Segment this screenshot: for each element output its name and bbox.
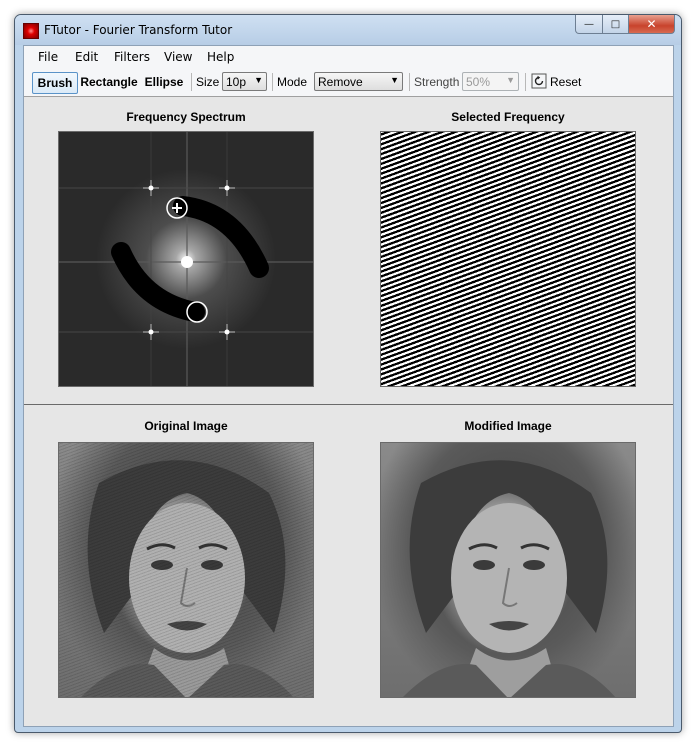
reset-icon[interactable] xyxy=(531,73,547,89)
menu-view[interactable]: View xyxy=(164,50,192,64)
panel-area: Frequency Spectrum Selected Frequency Or… xyxy=(24,97,673,726)
chevron-down-icon: ▼ xyxy=(254,75,263,85)
strength-select[interactable]: 50% ▼ xyxy=(462,72,519,91)
menu-filters[interactable]: Filters xyxy=(114,50,150,64)
strength-value: 50% xyxy=(466,75,491,89)
selected-frequency-title: Selected Frequency xyxy=(451,110,565,124)
panel-divider xyxy=(24,404,673,405)
original-image xyxy=(58,442,314,698)
window-title: FTutor - Fourier Transform Tutor xyxy=(44,23,233,37)
rectangle-button[interactable]: Rectangle xyxy=(79,72,139,92)
app-window: FTutor - Fourier Transform Tutor — □ ✕ F… xyxy=(14,14,682,733)
selected-frequency-canvas xyxy=(380,131,636,387)
frequency-spectrum-title: Frequency Spectrum xyxy=(126,110,246,124)
toolbar-separator xyxy=(272,73,273,91)
client-area: File Edit Filters View Help Brush Rectan… xyxy=(23,45,674,727)
frequency-spectrum-canvas[interactable] xyxy=(58,131,314,387)
close-icon: ✕ xyxy=(646,17,657,31)
ellipse-button[interactable]: Ellipse xyxy=(144,72,184,92)
original-image-title: Original Image xyxy=(144,419,228,433)
menu-bar: File Edit Filters View Help xyxy=(24,46,673,68)
mode-value: Remove xyxy=(318,75,363,89)
toolbar-separator xyxy=(191,73,192,91)
menu-file[interactable]: File xyxy=(38,50,58,64)
menu-edit[interactable]: Edit xyxy=(75,50,98,64)
mode-select[interactable]: Remove ▼ xyxy=(314,72,403,91)
portrait-photo xyxy=(403,460,616,697)
caption-buttons: — □ ✕ xyxy=(575,15,675,34)
mode-label: Mode xyxy=(277,75,308,89)
app-icon xyxy=(23,23,39,39)
modified-image xyxy=(380,442,636,698)
toolbar-separator xyxy=(409,73,410,91)
size-value: 10p xyxy=(226,75,247,89)
maximize-button[interactable]: □ xyxy=(603,15,629,34)
chevron-down-icon: ▼ xyxy=(506,75,515,85)
maximize-icon: □ xyxy=(610,18,621,30)
size-select[interactable]: 10p ▼ xyxy=(222,72,267,91)
spectrum-overlay xyxy=(59,132,313,386)
close-button[interactable]: ✕ xyxy=(629,15,675,34)
strength-label: Strength xyxy=(414,75,460,89)
modified-image-title: Modified Image xyxy=(464,419,552,433)
reset-button[interactable]: Reset xyxy=(550,75,581,89)
minimize-icon: — xyxy=(584,18,594,30)
minimize-button[interactable]: — xyxy=(575,15,603,34)
chevron-down-icon: ▼ xyxy=(390,75,399,85)
interference-pattern xyxy=(59,443,313,697)
size-label: Size xyxy=(196,75,220,89)
brush-button[interactable]: Brush xyxy=(32,72,78,94)
menu-help[interactable]: Help xyxy=(207,50,234,64)
toolbar-separator xyxy=(525,73,526,91)
title-bar[interactable]: FTutor - Fourier Transform Tutor — □ ✕ xyxy=(15,15,681,45)
toolbar: Brush Rectangle Ellipse Size 10p ▼ Mode … xyxy=(24,68,673,97)
